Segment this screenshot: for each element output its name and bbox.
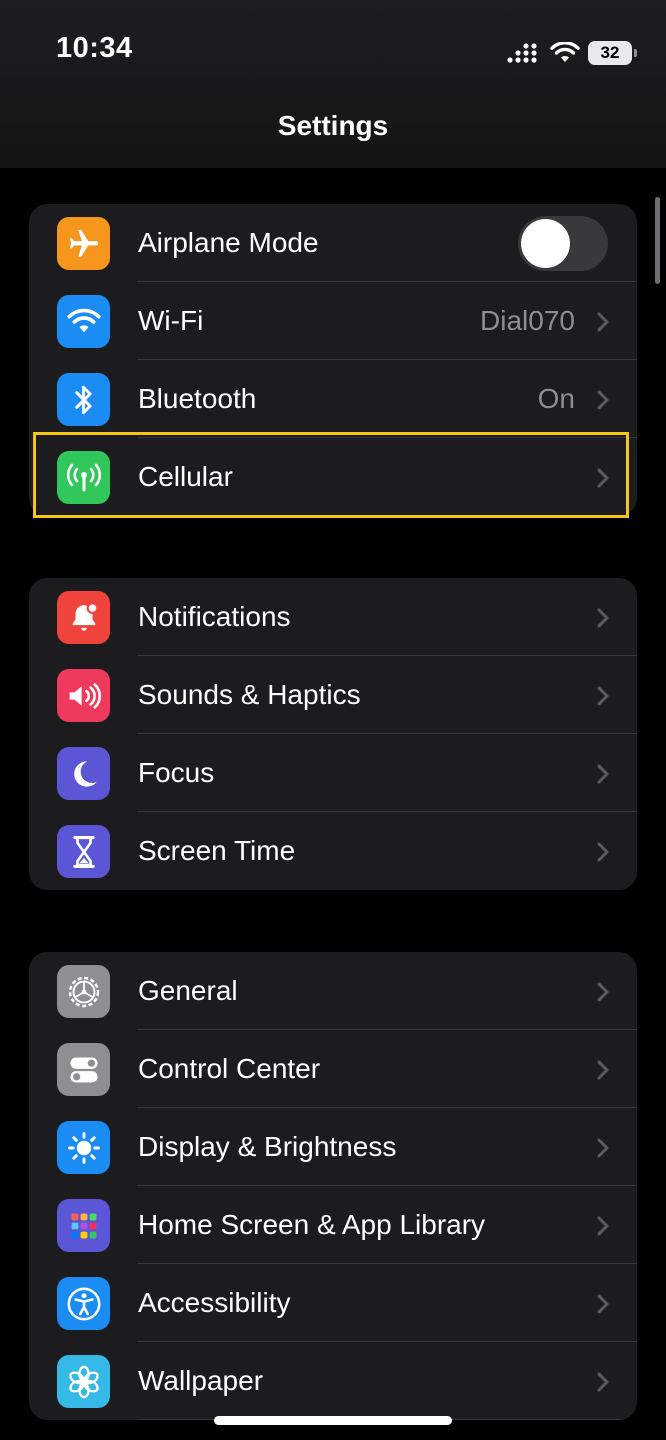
hourglass-icon bbox=[57, 825, 110, 878]
row-general[interactable]: General bbox=[29, 952, 637, 1030]
row-label: Screen Time bbox=[138, 835, 296, 866]
row-focus[interactable]: Focus bbox=[29, 734, 637, 812]
chevron-right-icon bbox=[597, 1372, 609, 1392]
chevron-right-icon bbox=[597, 1216, 609, 1236]
row-home-screen[interactable]: Home Screen & App Library bbox=[29, 1186, 637, 1264]
row-label: Wallpaper bbox=[138, 1365, 264, 1396]
wifi-status-icon bbox=[550, 42, 580, 62]
chevron-right-icon bbox=[597, 1294, 609, 1314]
row-bluetooth[interactable]: Bluetooth On bbox=[29, 360, 637, 438]
switches-icon bbox=[57, 1043, 110, 1096]
row-label: Bluetooth bbox=[138, 383, 257, 414]
chevron-right-icon bbox=[597, 468, 609, 488]
row-label: Display & Brightness bbox=[138, 1131, 397, 1162]
chevron-right-icon bbox=[597, 764, 609, 784]
scrollbar[interactable] bbox=[655, 197, 660, 284]
row-label: Wi-Fi bbox=[138, 305, 204, 336]
chevron-right-icon bbox=[597, 390, 609, 410]
status-icons: 32 bbox=[506, 38, 637, 68]
chevron-right-icon bbox=[597, 608, 609, 628]
row-label: Home Screen & App Library bbox=[138, 1209, 486, 1240]
row-label: Focus bbox=[138, 757, 215, 788]
row-accessibility[interactable]: Accessibility bbox=[29, 1264, 637, 1342]
notifications-group: Notifications Sounds & Haptics Focus Scr… bbox=[29, 578, 637, 890]
header: 10:34 32 Settings bbox=[0, 0, 666, 168]
row-label: General bbox=[138, 975, 238, 1006]
row-wallpaper[interactable]: Wallpaper bbox=[29, 1342, 637, 1420]
row-label: Airplane Mode bbox=[138, 227, 319, 258]
chevron-right-icon bbox=[597, 842, 609, 862]
chevron-right-icon bbox=[597, 686, 609, 706]
chevron-right-icon bbox=[597, 1060, 609, 1080]
status-time: 10:34 bbox=[56, 32, 133, 64]
flower-icon bbox=[57, 1355, 110, 1408]
moon-icon bbox=[57, 747, 110, 800]
cellular-signal-icon bbox=[507, 43, 537, 63]
antenna-icon bbox=[57, 451, 110, 504]
chevron-right-icon bbox=[597, 1138, 609, 1158]
speaker-icon bbox=[57, 669, 110, 722]
chevron-right-icon bbox=[597, 312, 609, 332]
row-display-brightness[interactable]: Display & Brightness bbox=[29, 1108, 637, 1186]
row-notifications[interactable]: Notifications bbox=[29, 578, 637, 656]
airplane-mode-toggle[interactable] bbox=[518, 216, 608, 271]
row-sounds-haptics[interactable]: Sounds & Haptics bbox=[29, 656, 637, 734]
battery-level: 32 bbox=[600, 43, 620, 62]
row-wifi[interactable]: Wi-Fi Dial070 bbox=[29, 282, 637, 360]
page-title: Settings bbox=[277, 110, 389, 141]
connectivity-group: Airplane Mode Wi-Fi Dial070 Bluetooth On bbox=[29, 204, 637, 516]
chevron-right-icon bbox=[597, 982, 609, 1002]
row-label: Sounds & Haptics bbox=[138, 679, 361, 710]
accessibility-icon bbox=[57, 1277, 110, 1330]
home-indicator[interactable] bbox=[214, 1416, 452, 1425]
wifi-icon bbox=[57, 295, 110, 348]
sun-icon bbox=[57, 1121, 110, 1174]
wifi-network-value: Dial070 bbox=[480, 305, 575, 336]
bluetooth-icon bbox=[57, 373, 110, 426]
row-cellular[interactable]: Cellular bbox=[29, 438, 637, 516]
row-label: Accessibility bbox=[138, 1287, 291, 1318]
bell-icon bbox=[57, 591, 110, 644]
system-group: General Control Center Display & Brightn… bbox=[29, 952, 637, 1420]
app-grid-icon bbox=[57, 1199, 110, 1252]
row-label: Control Center bbox=[138, 1053, 321, 1084]
battery-indicator: 32 bbox=[588, 41, 637, 65]
gear-icon bbox=[57, 965, 110, 1018]
row-label: Cellular bbox=[138, 461, 233, 492]
airplane-icon bbox=[57, 217, 110, 270]
bluetooth-status-value: On bbox=[537, 383, 575, 414]
row-label: Notifications bbox=[138, 601, 291, 632]
row-control-center[interactable]: Control Center bbox=[29, 1030, 637, 1108]
row-screen-time[interactable]: Screen Time bbox=[29, 812, 637, 890]
row-airplane-mode: Airplane Mode bbox=[29, 204, 637, 282]
